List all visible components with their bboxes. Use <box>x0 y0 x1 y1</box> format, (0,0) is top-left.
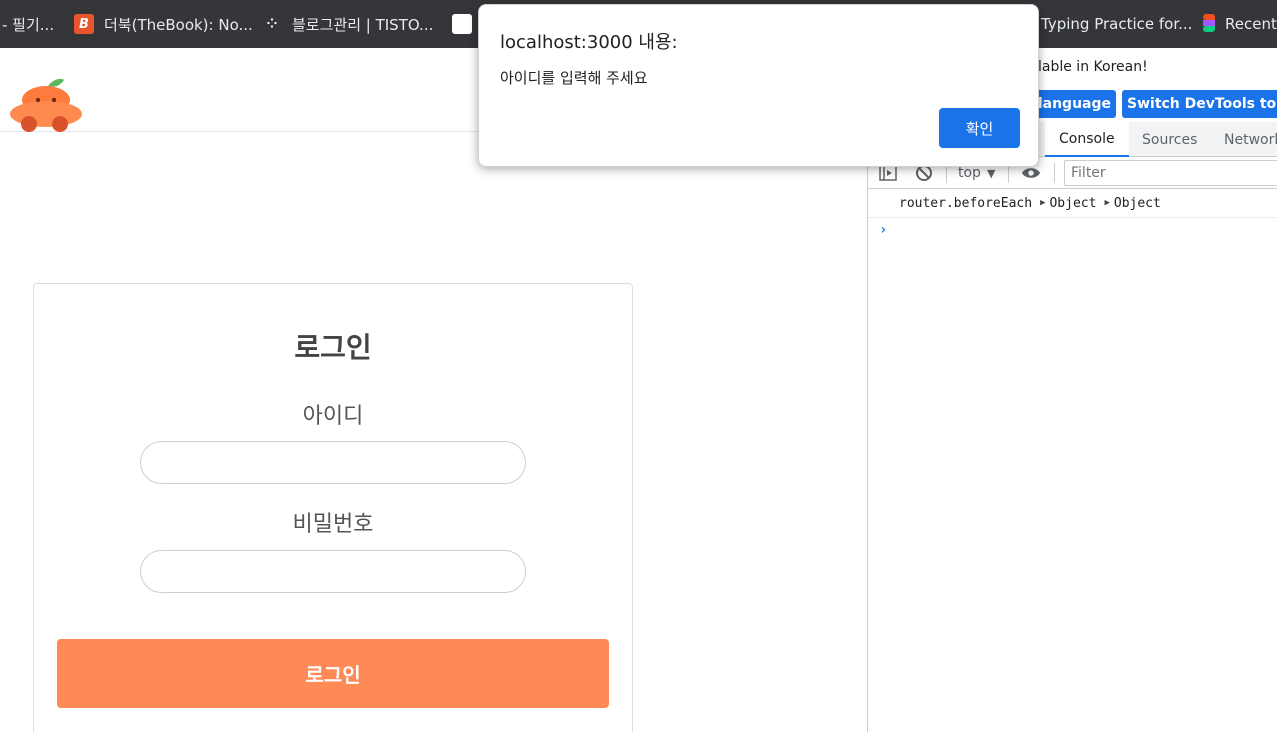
object-arg-1[interactable]: ▶ Object <box>1040 196 1096 211</box>
console-log-row: router.beforeEach ▶ Object ▶ Object <box>868 189 1277 218</box>
login-title: 로그인 <box>294 331 372 364</box>
alert-title: localhost:3000 내용: <box>500 32 678 53</box>
tistory-icon: ⁘ <box>266 16 278 32</box>
expand-triangle-icon: ▶ <box>1040 198 1046 208</box>
bookmark-label: Recent <box>1225 15 1277 33</box>
login-card: 로그인 아이디 비밀번호 로그인 <box>33 283 633 732</box>
alert-ok-button[interactable]: 확인 <box>939 108 1020 148</box>
context-value: top <box>958 165 981 181</box>
id-label: 아이디 <box>302 404 364 429</box>
tab-sources[interactable]: Sources <box>1128 122 1211 157</box>
object-label: Object <box>1049 195 1097 211</box>
y-logo-icon: y <box>452 14 472 34</box>
alert-dialog: localhost:3000 내용: 아이디를 입력해 주세요 확인 <box>478 4 1039 167</box>
id-input[interactable] <box>140 441 526 484</box>
bookmark-item-figma[interactable]: Recent <box>1203 0 1277 48</box>
console-prompt-icon[interactable]: › <box>879 222 887 238</box>
dropdown-arrow-icon: ▼ <box>986 166 996 180</box>
tab-network[interactable]: Network <box>1210 122 1277 157</box>
thebook-icon: B <box>74 14 94 34</box>
expand-triangle-icon: ▶ <box>1104 198 1110 208</box>
login-button[interactable]: 로그인 <box>57 639 609 708</box>
password-input[interactable] <box>140 550 526 593</box>
bookmark-item-thebook[interactable]: B 더북(TheBook): No... <box>74 0 253 48</box>
tangerine-car-logo-icon[interactable] <box>10 76 84 134</box>
bookmark-label: Typing Practice for... <box>1041 15 1193 33</box>
tab-console[interactable]: Console <box>1045 122 1129 157</box>
bookmark-item-typing[interactable]: Typing Practice for... <box>1041 0 1192 48</box>
log-text: router.beforeEach <box>899 195 1033 211</box>
screen: - 필기... B 더북(TheBook): No... ⁘ 블로그관리 | T… <box>0 0 1277 732</box>
bookmark-label: 더북(TheBook): No... <box>104 15 253 34</box>
bookmark-item-notes[interactable]: - 필기... <box>2 0 54 48</box>
console-filter-input[interactable] <box>1064 160 1277 186</box>
bookmark-label: 블로그관리 | TISTO... <box>292 15 434 34</box>
bookmark-label: - 필기... <box>2 15 55 34</box>
password-label: 비밀번호 <box>292 512 374 537</box>
alert-message: 아이디를 입력해 주세요 <box>500 69 648 87</box>
figma-icon <box>1203 14 1215 34</box>
bookmark-item-y[interactable]: y <box>452 0 472 48</box>
switch-devtools-language-button[interactable]: Switch DevTools to Ko <box>1122 90 1277 118</box>
object-label: Object <box>1113 195 1161 211</box>
bookmark-item-tistory[interactable]: ⁘ 블로그관리 | TISTO... <box>262 0 434 48</box>
object-arg-2[interactable]: ▶ Object <box>1104 196 1160 211</box>
language-notice: lable in Korean! <box>1038 59 1148 75</box>
